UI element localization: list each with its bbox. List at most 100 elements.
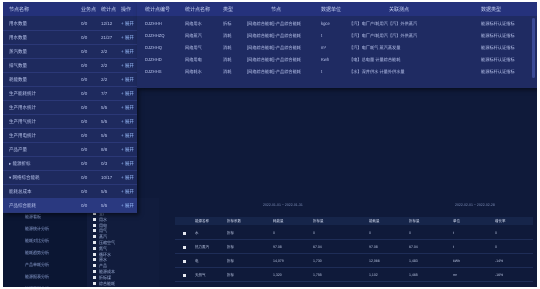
header-stat-point: 统计点 — [101, 7, 117, 13]
report-cell: 97.08 — [369, 245, 378, 249]
detail-row[interactable]: DJZHHD 网络用电 消耗 [网络综合能耗]-产品综合能耗 Kwh 【电】总电量 计量综… — [137, 54, 537, 66]
row-checkbox[interactable] — [183, 246, 186, 249]
node-row[interactable]: ▾ 网络综合能耗 0/0 10/17 + 展开 — [3, 170, 137, 185]
report-cell: 1,730 — [313, 259, 322, 263]
expand-link[interactable]: + 展开 — [121, 147, 134, 153]
stat-count: 5/5 — [101, 119, 108, 124]
sidebar-item[interactable]: 能源报表分析 — [25, 274, 49, 280]
node-panel: 节点名称 业务点 统计点 操作 用水数量 0/0 12/12 + 展开 用水数量 0/0 2… — [3, 2, 137, 213]
detail-node: [网络综合能耗]-产品综合能耗 — [247, 21, 301, 26]
tree-checkbox[interactable] — [93, 241, 96, 244]
biz-count: 0/0 — [81, 91, 88, 96]
biz-count: 0/0 — [81, 189, 88, 194]
detail-type: 折标 — [223, 21, 232, 26]
expand-link[interactable]: + 展开 — [121, 133, 134, 139]
row-checkbox[interactable] — [183, 232, 186, 235]
node-row[interactable]: ▸ 能源折标 0/0 0/3 + 展开 — [3, 156, 137, 171]
stat-count: 12/12 — [101, 21, 113, 26]
node-row[interactable]: 产品产量 0/0 8/8 + 展开 — [3, 142, 137, 157]
detail-dtype: 能源标杆认证指标 — [481, 33, 515, 38]
node-name: 蒸汽数量 — [9, 49, 27, 54]
node-row[interactable]: 生产能耗统计 0/0 7/7 + 展开 — [3, 86, 137, 101]
report-header-cell: 增长率 — [495, 219, 506, 223]
tree-checkbox[interactable] — [93, 217, 96, 221]
row-checkbox[interactable] — [183, 274, 186, 277]
detail-unit: t — [321, 69, 323, 74]
detail-row[interactable]: DJZHHS 网络耗水 消耗 [网络综合能耗]-产品综合能耗 t 【水】深井供水 计量外供… — [137, 66, 537, 78]
node-row[interactable]: 能耗总成本 0/0 5/5 + 展开 — [3, 184, 137, 199]
sidebar-item[interactable]: 能耗趋势分析 — [25, 250, 49, 256]
report-cell: t — [453, 231, 454, 235]
expand-link[interactable]: + 展开 — [121, 35, 134, 41]
node-row[interactable]: 生产用电统计 0/0 5/5 + 展开 — [3, 128, 137, 143]
node-name: 生产用气统计 — [9, 119, 36, 124]
stat-count: 21/27 — [101, 35, 113, 40]
report-header-cell: 能耗量 — [369, 219, 380, 223]
detail-points: 【电】总电量 计量综合能耗 — [349, 57, 401, 62]
expand-link[interactable]: + 展开 — [121, 91, 134, 97]
biz-count: 0/0 — [81, 147, 88, 152]
report-cell: 0 — [495, 245, 497, 249]
expand-link[interactable]: + 展开 — [121, 119, 134, 125]
tree-checkbox[interactable] — [93, 281, 96, 285]
expand-link[interactable]: + 展开 — [121, 161, 134, 167]
detail-row[interactable]: DJZHHH 网络用水 折标 [网络综合能耗]-产品综合能耗 kgce 【汽】电厂产/耗用… — [137, 18, 537, 30]
expand-link[interactable]: + 展开 — [121, 175, 134, 181]
report-row — [175, 239, 533, 240]
node-name: 生产用电统计 — [9, 133, 36, 138]
report-cell: t — [453, 245, 454, 249]
tree-checkbox[interactable] — [93, 252, 96, 256]
tree-checkbox[interactable] — [93, 258, 96, 262]
node-row[interactable]: 生产用气统计 0/0 5/5 + 展开 — [3, 114, 137, 129]
node-row[interactable]: 用水数量 0/0 21/27 + 展开 — [3, 30, 137, 45]
detail-type: 消耗 — [223, 57, 232, 62]
report-cell: 67.04 — [313, 245, 322, 249]
app-window: 能源看板能源统计分析能耗对比分析能耗趋势分析产品单耗分析能源报表分析能源平衡分析… — [3, 2, 537, 287]
expand-link[interactable]: + 展开 — [121, 49, 134, 55]
detail-points: 【汽】电厂产/耗用汽【汽】外供蒸汽 — [349, 21, 418, 26]
report-cell: 折标 — [227, 245, 234, 249]
sidebar-item[interactable]: 能耗对比分析 — [25, 238, 49, 244]
tree-checkbox[interactable] — [93, 229, 96, 233]
tree-item-label[interactable]: 综合能耗 — [99, 281, 115, 287]
detail-name: 网络用水 — [185, 21, 202, 26]
node-name: 排气数量 — [9, 63, 27, 68]
expand-link[interactable]: + 展开 — [121, 77, 134, 83]
expand-link[interactable]: + 展开 — [121, 21, 134, 27]
sidebar-item[interactable]: 能源统计分析 — [25, 226, 49, 232]
sidebar-item[interactable]: 产品单耗分析 — [25, 262, 49, 268]
detail-row[interactable]: DJZHHZQ 网络蒸汽 消耗 [网络综合能耗]-产品综合能耗 t 【汽】电厂产/耗用汽【… — [137, 30, 537, 42]
expand-link[interactable]: + 展开 — [121, 203, 134, 209]
node-row[interactable]: 排气数量 0/0 2/2 + 展开 — [3, 58, 137, 73]
tree-checkbox[interactable] — [93, 270, 96, 273]
report-cell: 0 — [495, 231, 497, 235]
node-row[interactable]: 产品综合能耗 0/0 5/5 + 展开 — [3, 198, 137, 213]
detail-row[interactable]: DJZHHQ 网络用气 消耗 [网络综合能耗]-产品综合能耗 m³ 【汽】电厂耗气 蒸汽蒸… — [137, 42, 537, 54]
node-row[interactable]: 耗能数量 0/0 2/2 + 展开 — [3, 72, 137, 87]
stat-count: 2/2 — [101, 49, 108, 54]
detail-dtype: 能源标杆认证指标 — [481, 57, 515, 62]
scrollbar[interactable] — [532, 18, 535, 78]
tree-checkbox[interactable] — [93, 235, 96, 239]
detail-code: DJZHHD — [145, 57, 162, 62]
detail-name: 网络用电 — [185, 57, 202, 62]
tree-checkbox[interactable] — [93, 264, 96, 268]
biz-count: 0/0 — [81, 119, 88, 124]
detail-code: DJZHHQ — [145, 45, 162, 50]
node-row[interactable]: 蒸汽数量 0/0 2/2 + 展开 — [3, 44, 137, 59]
tree-checkbox[interactable] — [93, 246, 96, 250]
node-row[interactable]: 用水数量 0/0 12/12 + 展开 — [3, 16, 137, 31]
report-cell: 0 — [369, 231, 371, 235]
biz-count: 0/0 — [81, 105, 88, 110]
row-checkbox[interactable] — [183, 260, 186, 263]
detail-dtype: 能源标杆认证指标 — [481, 21, 515, 26]
expand-link[interactable]: + 展开 — [121, 189, 134, 195]
tree-checkbox[interactable] — [93, 223, 96, 227]
tree-checkbox[interactable] — [93, 275, 96, 279]
sidebar-item[interactable]: 能源平衡分析 — [25, 286, 49, 287]
sidebar-item[interactable]: 能源看板 — [25, 214, 41, 220]
node-name: 用水数量 — [9, 35, 27, 40]
node-row[interactable]: 生产用水统计 0/0 5/5 + 展开 — [3, 100, 137, 115]
expand-link[interactable]: + 展开 — [121, 105, 134, 111]
expand-link[interactable]: + 展开 — [121, 63, 134, 69]
